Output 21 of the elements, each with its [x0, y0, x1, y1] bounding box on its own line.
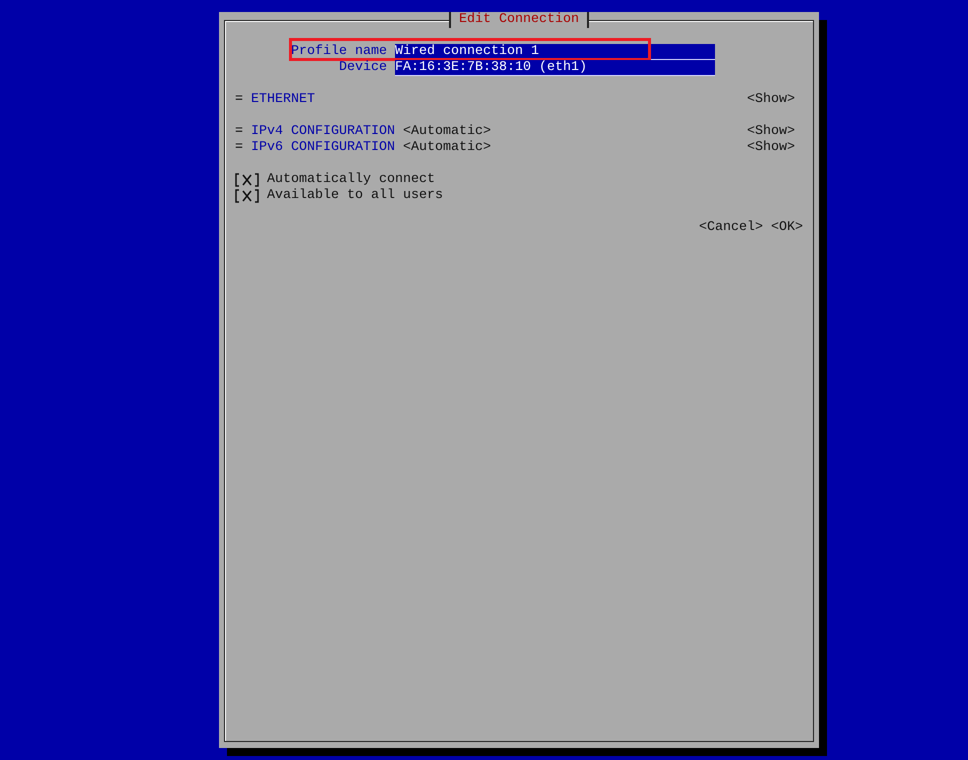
section-marker: = [235, 92, 244, 108]
show-button[interactable]: <Show> [747, 140, 795, 156]
section-heading: IPv6 CONFIGURATION [251, 140, 395, 156]
section-heading: IPv4 CONFIGURATION [251, 124, 395, 140]
checkbox-label: Available to all users [267, 188, 443, 204]
section-heading: ETHERNET [251, 92, 315, 108]
dialog-title: Edit Connection [449, 12, 589, 28]
show-button[interactable]: <Show> [747, 124, 795, 140]
section-marker: = [235, 124, 244, 140]
checkbox[interactable] [235, 188, 259, 204]
input-field[interactable]: FA:16:3E:7B:38:10 (eth1) [395, 60, 715, 76]
checkbox-label: Automatically connect [267, 172, 435, 188]
mode-dropdown[interactable]: <Automatic> [402, 140, 491, 156]
field-label: Device [338, 60, 388, 76]
dialog-button[interactable]: <OK> [771, 220, 803, 236]
mode-dropdown[interactable]: <Automatic> [402, 124, 491, 140]
field-label: Profile name [290, 44, 388, 60]
show-button[interactable]: <Show> [747, 92, 795, 108]
section-marker: = [235, 140, 244, 156]
dialog-button[interactable]: <Cancel> [699, 220, 763, 236]
checkbox[interactable] [235, 172, 259, 188]
